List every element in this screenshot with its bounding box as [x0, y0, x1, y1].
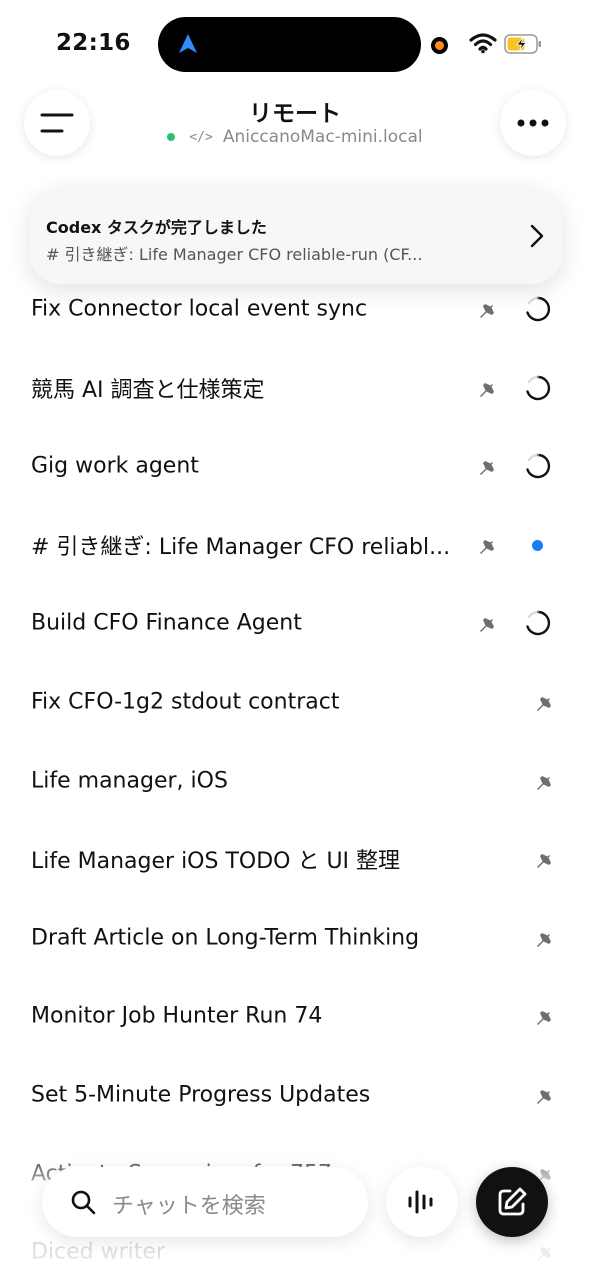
pin-icon[interactable]: [534, 1004, 558, 1028]
navigation-arrow-icon: [179, 34, 197, 53]
pin-icon[interactable]: [534, 769, 558, 793]
thread-title: Build CFO Finance Agent: [31, 610, 302, 636]
host-name: AniccanoMac-mini.local: [222, 127, 423, 147]
thread-title: Set 5-Minute Progress Updates: [31, 1082, 371, 1108]
code-icon: </>: [189, 129, 213, 145]
thread-row[interactable]: # 引き継ぎ: Life Manager CFO reliabl...: [0, 506, 590, 584]
thread-title: Fix Connector local event sync: [31, 296, 368, 322]
waveform-icon: [408, 1190, 433, 1214]
loading-spinner-icon: [524, 295, 552, 323]
online-status-dot: [167, 133, 176, 141]
search-placeholder: チャットを検索: [112, 1194, 266, 1219]
pin-icon[interactable]: [477, 611, 501, 635]
ellipsis-icon: [517, 119, 549, 127]
dynamic-island[interactable]: [158, 17, 421, 72]
thread-row[interactable]: Set 5-Minute Progress Updates: [0, 1056, 590, 1134]
thread-title: 競馬 AI 調査と仕様策定: [31, 377, 265, 403]
pin-icon[interactable]: [477, 454, 501, 478]
thread-title: Draft Article on Long-Term Thinking: [31, 925, 420, 951]
status-bar: 22:16: [0, 0, 590, 90]
thread-title: Fix CFO-1g2 stdout contract: [31, 689, 340, 715]
thread-title: Life manager, iOS: [31, 768, 228, 794]
pin-icon[interactable]: [534, 1083, 558, 1107]
chevron-right-icon: [530, 224, 544, 248]
pin-icon[interactable]: [477, 297, 501, 321]
search-icon: [71, 1190, 96, 1215]
thread-row[interactable]: Life Manager iOS TODO と UI 整理: [0, 820, 590, 898]
loading-spinner-icon: [524, 609, 552, 637]
new-chat-button[interactable]: [476, 1167, 548, 1237]
thread-row[interactable]: 競馬 AI 調査と仕様策定: [0, 349, 590, 427]
more-options-button[interactable]: [500, 90, 566, 156]
recording-dot-icon: [431, 37, 448, 54]
notification-title: Codex タスクが完了しました: [46, 218, 267, 237]
thread-row[interactable]: Build CFO Finance Agent: [0, 584, 590, 662]
battery-charging-icon: [504, 34, 541, 54]
thread-row[interactable]: Gig work agent: [0, 427, 590, 505]
notification-body: # 引き継ぎ: Life Manager CFO reliable-run (C…: [46, 245, 423, 264]
loading-spinner-icon: [524, 452, 552, 480]
wifi-icon: [469, 33, 497, 54]
pin-icon[interactable]: [477, 533, 501, 557]
thread-title: Gig work agent: [31, 453, 199, 479]
compose-icon: [498, 1187, 527, 1216]
pin-icon[interactable]: [534, 690, 558, 714]
pin-icon[interactable]: [534, 847, 558, 871]
thread-title: Life Manager iOS TODO と UI 整理: [31, 849, 401, 875]
thread-row[interactable]: Life manager, iOS: [0, 742, 590, 820]
unread-indicator: [532, 539, 543, 551]
search-chats-field[interactable]: チャットを検索: [42, 1167, 368, 1237]
thread-row[interactable]: Fix CFO-1g2 stdout contract: [0, 663, 590, 741]
thread-row[interactable]: Monitor Job Hunter Run 74: [0, 977, 590, 1055]
status-time: 22:16: [56, 30, 131, 56]
task-complete-notification[interactable]: Codex タスクが完了しました # 引き継ぎ: Life Manager CF…: [30, 188, 562, 284]
thread-title: Monitor Job Hunter Run 74: [31, 1003, 323, 1029]
pin-icon[interactable]: [477, 376, 501, 400]
pin-icon[interactable]: [534, 926, 558, 950]
thread-row[interactable]: Draft Article on Long-Term Thinking: [0, 899, 590, 977]
voice-input-button[interactable]: [386, 1167, 458, 1237]
loading-spinner-icon: [524, 374, 552, 402]
thread-title: # 引き継ぎ: Life Manager CFO reliabl...: [31, 534, 451, 560]
